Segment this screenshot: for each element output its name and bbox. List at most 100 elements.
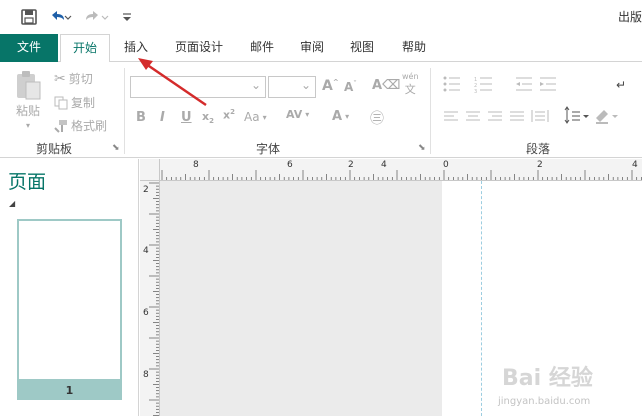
ribbon-home: 粘贴 ▾ ✂ 剪切 复制 格式刷 剪贴板 ⬊ ⌄ ⌄ A^ Aˇ A⌫ wén … — [0, 62, 642, 158]
change-case-label: Aa — [244, 110, 260, 124]
phonetic-guide-button[interactable]: wén 文 — [402, 72, 419, 97]
clear-formatting-icon[interactable]: A⌫ — [372, 78, 400, 93]
tab-view[interactable]: 视图 — [344, 34, 380, 62]
font-size-combo[interactable]: ⌄ — [268, 76, 316, 98]
ruler-label: 4 — [143, 246, 149, 256]
superscript-icon[interactable]: x2 — [223, 108, 235, 122]
collapse-triangle-icon[interactable]: ◢ — [9, 199, 15, 208]
tab-page-design[interactable]: 页面设计 — [168, 34, 230, 62]
tab-mailings[interactable]: 邮件 — [244, 34, 280, 62]
line-break-icon[interactable]: ↵ — [616, 78, 626, 92]
clipboard-group-label: 剪贴板 — [36, 142, 73, 156]
font-color-icon: A — [332, 109, 343, 124]
copy-label: 复制 — [71, 96, 96, 110]
vertical-ruler-ticks — [149, 182, 159, 416]
pages-pane-title: 页面 — [8, 171, 47, 193]
phonetic-label: wén — [402, 72, 419, 81]
tab-review[interactable]: 审阅 — [294, 34, 330, 62]
window-title: 出版 — [617, 10, 642, 24]
ruler-label: 6 — [143, 308, 149, 318]
clipboard-launcher-icon[interactable]: ⬊ — [112, 143, 120, 153]
ruler-label: 4 — [632, 160, 638, 170]
cut-button[interactable]: ✂ 剪切 — [54, 70, 93, 87]
phonetic-char: 文 — [404, 83, 416, 96]
paste-icon — [17, 71, 41, 100]
tab-home[interactable]: 开始 — [60, 34, 110, 63]
save-icon[interactable] — [20, 7, 38, 27]
character-spacing-button[interactable]: AV ▾ — [286, 108, 309, 121]
enclosed-character-icon[interactable]: ㊂ — [370, 108, 384, 128]
tab-file[interactable]: 文件 — [0, 34, 58, 62]
format-painter-icon — [54, 119, 67, 133]
ruler-label: 0 — [443, 160, 449, 170]
svg-text:3: 3 — [474, 89, 477, 95]
undo-icon[interactable] — [48, 7, 74, 27]
scissors-icon: ✂ — [54, 70, 66, 87]
redo-icon[interactable] — [84, 7, 110, 27]
ruler-label: 6 — [287, 160, 293, 170]
grow-font-icon[interactable]: A^ — [322, 78, 339, 94]
chevron-down-icon: ▾ — [305, 110, 310, 119]
change-case-button[interactable]: Aa ▾ — [244, 110, 267, 124]
paragraph-tools: 123 ↵ — [443, 76, 626, 124]
tab-insert[interactable]: 插入 — [116, 34, 156, 62]
underline-icon[interactable]: U — [181, 110, 192, 125]
paragraph-group-label: 段落 — [526, 142, 551, 156]
paste-button[interactable]: 粘贴 ▾ — [14, 70, 42, 130]
align-left-icon[interactable] — [444, 111, 458, 121]
bold-icon[interactable]: B — [136, 110, 146, 125]
vertical-ruler[interactable]: 2 4 6 8 — [140, 181, 160, 416]
page-thumbnail-number: 1 — [17, 381, 122, 400]
group-separator — [430, 68, 431, 154]
customize-toolbar-icon[interactable] — [120, 7, 134, 27]
watermark-url: jingyan.baidu.com — [498, 396, 591, 407]
distributed-icon[interactable] — [531, 110, 549, 122]
format-painter-label: 格式刷 — [71, 119, 108, 133]
horizontal-ruler-ticks — [161, 170, 642, 180]
chevron-down-icon: ⌄ — [250, 78, 261, 92]
horizontal-ruler[interactable]: 8 6 4 2 0 2 4 — [160, 159, 642, 181]
chevron-down-icon: ▾ — [262, 112, 267, 122]
line-spacing-icon[interactable] — [564, 106, 589, 124]
watermark: Bai 经验 jingyan.baidu.com — [492, 344, 642, 416]
font-color-button[interactable]: A ▾ — [332, 109, 349, 124]
decrease-indent-icon[interactable] — [516, 77, 532, 91]
group-separator — [124, 68, 125, 154]
chevron-down-icon: ⌄ — [300, 78, 311, 92]
format-painter-button[interactable]: 格式刷 — [54, 117, 107, 134]
align-right-icon[interactable] — [488, 111, 502, 121]
page-thumbnail[interactable] — [17, 219, 122, 381]
ruler-label: 2 — [143, 185, 149, 195]
ruler-label: 8 — [193, 160, 199, 170]
character-spacing-icon: AV — [286, 108, 303, 121]
margin-guide — [481, 181, 482, 416]
ribbon-tabs: 文件 开始 插入 页面设计 邮件 审阅 视图 帮助 — [0, 34, 642, 63]
ruler-label: 2 — [348, 160, 354, 170]
copy-button[interactable]: 复制 — [54, 94, 95, 111]
cut-label: 剪切 — [68, 72, 93, 86]
italic-icon[interactable]: I — [160, 110, 165, 125]
numbering-icon[interactable]: 123 — [474, 77, 492, 95]
font-group-label: 字体 — [256, 142, 281, 156]
font-launcher-icon[interactable]: ⬊ — [418, 143, 426, 153]
svg-text:↵: ↵ — [616, 78, 626, 92]
paste-dropdown-icon[interactable]: ▾ — [26, 121, 30, 130]
justify-icon[interactable] — [510, 111, 524, 121]
tab-help[interactable]: 帮助 — [396, 34, 432, 62]
font-name-combo[interactable]: ⌄ — [130, 76, 266, 98]
chevron-down-icon: ▾ — [345, 112, 350, 121]
paste-label: 粘贴 — [15, 104, 40, 118]
shrink-font-icon[interactable]: Aˇ — [344, 80, 357, 94]
ruler-corner — [140, 159, 160, 181]
ruler-label: 4 — [381, 160, 387, 170]
copy-icon — [54, 96, 68, 109]
watermark-brand: Bai 经验 — [502, 366, 593, 391]
quick-access-toolbar: 出版 — [0, 0, 642, 34]
align-center-icon[interactable] — [466, 111, 480, 121]
ruler-label: 2 — [537, 160, 543, 170]
bullets-icon[interactable] — [443, 76, 461, 92]
increase-indent-icon[interactable] — [540, 77, 556, 91]
ruler-label: 8 — [143, 370, 149, 380]
subscript-icon[interactable]: x2 — [202, 110, 214, 125]
paragraph-shading-icon[interactable] — [596, 110, 618, 124]
